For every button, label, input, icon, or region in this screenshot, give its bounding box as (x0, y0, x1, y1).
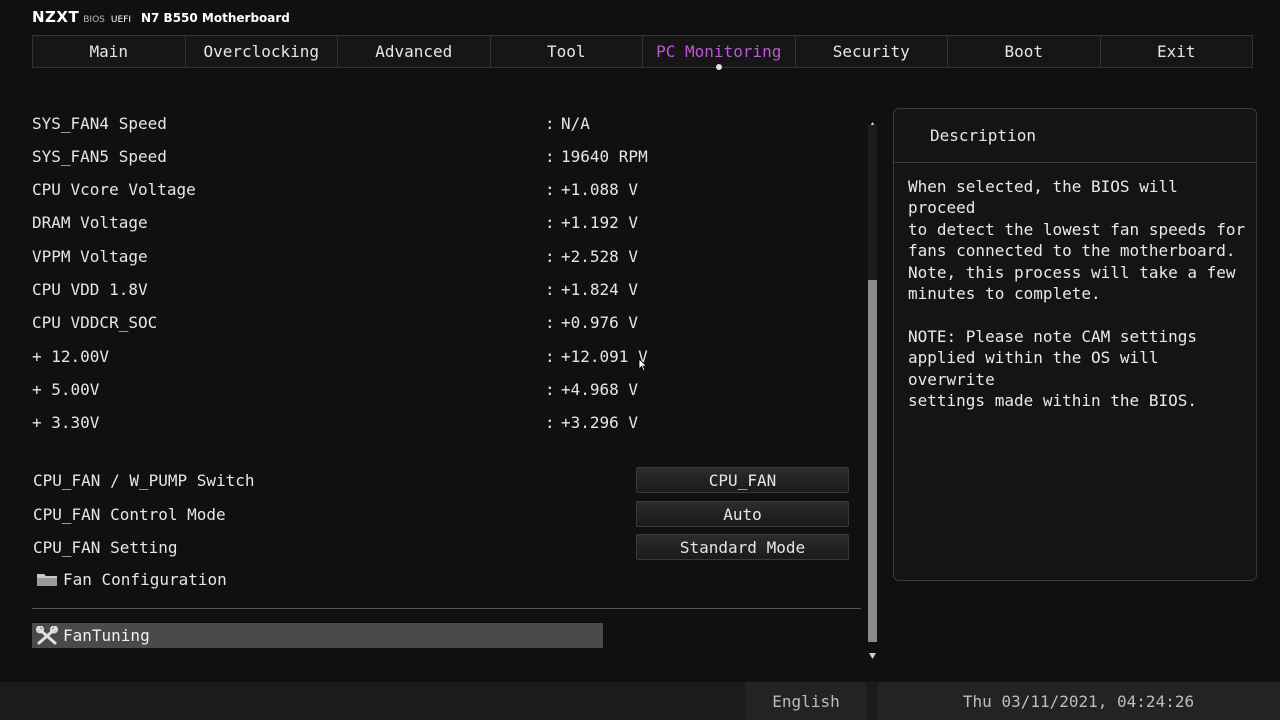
scroll-down-arrow-icon[interactable] (868, 645, 877, 659)
submenu-label: Fan Configuration (63, 569, 227, 589)
reading-label: CPU Vcore Voltage (32, 179, 196, 199)
reading-separator: : (545, 146, 555, 166)
section-divider (32, 608, 861, 609)
reading-row: CPU VDD 1.8V : +1.824 V (32, 277, 862, 301)
reading-label: CPU VDDCR_SOC (32, 312, 158, 332)
setting-row-pump-switch: CPU_FAN / W_PUMP Switch CPU_FAN (33, 467, 849, 493)
language-selector[interactable]: English (745, 682, 867, 720)
mouse-cursor-icon (638, 357, 648, 372)
tab-pc-monitoring[interactable]: PC Monitoring (643, 36, 796, 70)
setting-row-fan-setting: CPU_FAN Setting Standard Mode (33, 534, 849, 560)
reading-separator: : (545, 346, 555, 366)
tab-security[interactable]: Security (796, 36, 948, 67)
reading-value: +4.968 V (561, 379, 639, 399)
main-tab-bar: Main Overclocking Advanced Tool PC Monit… (32, 35, 1253, 70)
reading-row: DRAM Voltage : +1.192 V (32, 210, 862, 234)
description-title: Description (894, 109, 1256, 163)
reading-separator: : (545, 179, 555, 199)
setting-label: CPU_FAN / W_PUMP Switch (33, 470, 255, 490)
reading-label: + 3.30V (32, 412, 100, 432)
reading-row: + 12.00V : +12.091 V (32, 344, 862, 368)
control-mode-select[interactable]: Auto (636, 501, 849, 527)
reading-separator: : (545, 113, 555, 133)
reading-value: +2.528 V (561, 246, 639, 266)
fantuning-item-selected[interactable]: FanTuning (32, 623, 603, 648)
reading-row: + 5.00V : +4.968 V (32, 377, 862, 401)
tab-boot[interactable]: Boot (948, 36, 1101, 67)
tab-advanced[interactable]: Advanced (338, 36, 491, 67)
reading-value: +0.976 V (561, 312, 639, 332)
reading-row: CPU VDDCR_SOC : +0.976 V (32, 310, 862, 334)
bios-label: BIOS (83, 15, 105, 25)
nzxt-logo: NZXT (32, 8, 80, 26)
pump-switch-select[interactable]: CPU_FAN (636, 467, 849, 493)
reading-label: CPU VDD 1.8V (32, 279, 148, 299)
setting-label: CPU_FAN Control Mode (33, 504, 226, 524)
reading-separator: : (545, 379, 555, 399)
reading-value: +1.824 V (561, 279, 639, 299)
reading-value: +1.088 V (561, 179, 639, 199)
reading-row: VPPM Voltage : +2.528 V (32, 244, 862, 268)
reading-separator: : (545, 246, 555, 266)
description-panel: Description When selected, the BIOS will… (893, 108, 1257, 581)
folder-icon (36, 571, 58, 587)
reading-label: VPPM Voltage (32, 246, 148, 266)
setting-row-control-mode: CPU_FAN Control Mode Auto (33, 501, 849, 527)
fan-configuration-submenu[interactable]: Fan Configuration (36, 567, 227, 591)
reading-row: SYS_FAN4 Speed : N/A (32, 111, 862, 135)
fan-setting-select[interactable]: Standard Mode (636, 534, 849, 560)
tab-main[interactable]: Main (33, 36, 186, 67)
reading-label: + 12.00V (32, 346, 110, 366)
wrench-icon (36, 625, 58, 646)
reading-value: N/A (561, 113, 590, 133)
reading-label: SYS_FAN4 Speed (32, 113, 167, 133)
reading-value: +3.296 V (561, 412, 639, 432)
reading-separator: : (545, 212, 555, 232)
description-text: When selected, the BIOS will proceed to … (908, 177, 1246, 411)
uefi-label: UEFI (110, 15, 131, 25)
reading-separator: : (545, 412, 555, 432)
datetime-display: Thu 03/11/2021, 04:24:26 (877, 682, 1280, 720)
reading-separator: : (545, 279, 555, 299)
reading-row: + 3.30V : +3.296 V (32, 410, 862, 434)
tab-overclocking[interactable]: Overclocking (186, 36, 338, 67)
reading-label: + 5.00V (32, 379, 100, 399)
reading-value: 19640 RPM (561, 146, 648, 166)
reading-row: CPU Vcore Voltage : +1.088 V (32, 177, 862, 201)
motherboard-model: N7 B550 Motherboard (140, 11, 290, 25)
scroll-up-arrow-icon[interactable] (868, 114, 877, 128)
reading-separator: : (545, 312, 555, 332)
tab-tool[interactable]: Tool (491, 36, 643, 67)
reading-row: SYS_FAN5 Speed : 19640 RPM (32, 144, 862, 168)
reading-value: +12.091 V (561, 346, 648, 366)
reading-value: +1.192 V (561, 212, 639, 232)
setting-label: CPU_FAN Setting (33, 537, 178, 557)
reading-label: DRAM Voltage (32, 212, 148, 232)
brand-header: NZXT BIOS UEFI N7 B550 Motherboard (32, 8, 290, 28)
fantuning-label: FanTuning (63, 626, 150, 645)
scrollbar-thumb[interactable] (868, 280, 877, 642)
reading-label: SYS_FAN5 Speed (32, 146, 167, 166)
tab-exit[interactable]: Exit (1101, 36, 1253, 67)
